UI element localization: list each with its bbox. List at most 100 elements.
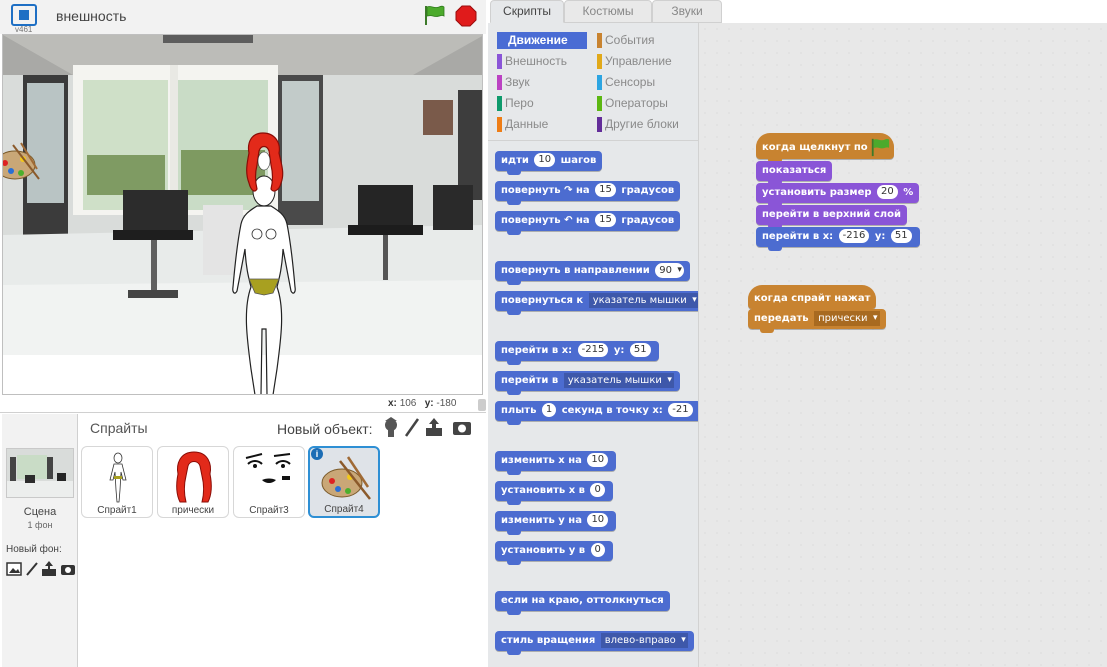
category-operators[interactable]: Операторы [597, 95, 668, 112]
show-block[interactable]: показаться [756, 161, 833, 185]
goto-xy-script-block[interactable]: перейти в x: -216 y: 51 [756, 227, 920, 251]
set-x-block[interactable]: установить х в 0 [495, 481, 613, 505]
sprites-heading: Спрайты [90, 420, 148, 436]
tab-scripts[interactable]: Скрипты [490, 0, 564, 23]
when-sprite-clicked-block[interactable]: когда спрайт нажат [748, 285, 877, 313]
broadcast-dropdown[interactable]: прически [814, 310, 880, 326]
steps-input[interactable]: 10 [534, 153, 556, 167]
block-text: если на краю, оттолкнуться [501, 595, 664, 606]
stage-size-toggle[interactable] [478, 399, 486, 411]
category-motion[interactable]: Движение [497, 32, 587, 49]
paint-backdrop-icon[interactable] [26, 562, 38, 576]
new-backdrop-tools [6, 561, 75, 576]
stage[interactable] [2, 34, 483, 395]
goto-dropdown[interactable]: указатель мышки [563, 372, 674, 388]
point-direction-block[interactable]: повернуть в направлении 90 [495, 261, 690, 285]
body-sprite[interactable] [229, 169, 299, 395]
change-y-input[interactable]: 10 [587, 513, 609, 527]
sprite4-thumbnail [321, 456, 371, 500]
sprite3-thumbnail [245, 453, 291, 483]
block-text: плыть [501, 405, 537, 416]
camera-backdrop-icon[interactable] [61, 565, 75, 575]
category-looks[interactable]: Внешность [497, 53, 567, 70]
editor-tabs: Скрипты Костюмы Звуки [488, 0, 1107, 23]
x-input[interactable]: -21 [668, 403, 693, 417]
green-flag-icon[interactable] [423, 5, 445, 25]
y-label: y: [424, 398, 434, 409]
new-sprite-label: Новый объект: [277, 421, 373, 437]
bounce-block[interactable]: если на краю, оттолкнуться [495, 591, 670, 615]
category-events[interactable]: События [597, 32, 655, 49]
turn-right-icon: ↷ [564, 185, 573, 196]
block-text: шагов [560, 155, 597, 166]
block-text: % [903, 187, 914, 198]
y-input[interactable]: 51 [629, 343, 651, 357]
sprite-card-hair[interactable]: прически [157, 446, 229, 518]
set-x-input[interactable]: 0 [590, 483, 605, 497]
backdrop-count: 1 фон [27, 520, 53, 530]
category-data[interactable]: Данные [497, 116, 548, 133]
fullscreen-icon[interactable] [11, 4, 37, 26]
degrees-input[interactable]: 15 [595, 183, 616, 197]
sprite-card-label: Спрайт4 [324, 504, 364, 515]
goto-xy-block[interactable]: перейти в x: -215 y: 51 [495, 341, 659, 365]
stage-label: Сцена [23, 506, 57, 518]
go-to-front-block[interactable]: перейти в верхний слой [756, 205, 907, 229]
choose-backdrop-icon[interactable] [6, 562, 22, 576]
degrees-input[interactable]: 15 [595, 213, 616, 227]
stage-column: Сцена 1 фон Новый фон: [2, 414, 78, 667]
category-sound[interactable]: Звук [497, 74, 530, 91]
project-title[interactable]: внешность [56, 8, 126, 24]
change-y-block[interactable]: изменить у на 10 [495, 511, 617, 535]
sprite-card-sprite1[interactable]: Спрайт1 [81, 446, 153, 518]
category-control[interactable]: Управление [597, 53, 672, 70]
move-steps-block[interactable]: идти 10 шагов [495, 151, 603, 175]
point-towards-block[interactable]: повернуться к указатель мышки [495, 291, 698, 315]
y-input[interactable]: 51 [890, 229, 912, 243]
category-sensing[interactable]: Сенсоры [597, 74, 655, 91]
glide-block[interactable]: плыть 1 секунд в точку x: -21 [495, 401, 698, 425]
set-size-block[interactable]: установить размер 20 % [756, 183, 920, 207]
scripts-area[interactable]: когда щелкнут по показаться установить р… [698, 23, 1107, 667]
new-sprite-tools [385, 417, 471, 437]
block-text: повернуться к [501, 295, 584, 306]
stop-icon[interactable] [455, 5, 477, 27]
upload-backdrop-icon[interactable] [42, 561, 56, 576]
change-x-block[interactable]: изменить х на 10 [495, 451, 617, 475]
when-flag-clicked-block[interactable]: когда щелкнут по [756, 133, 894, 163]
sprite-info-icon[interactable]: i [311, 448, 323, 460]
size-input[interactable]: 20 [877, 185, 898, 199]
block-text: установить размер [762, 187, 872, 198]
upload-sprite-icon[interactable] [426, 418, 442, 436]
category-pen[interactable]: Перо [497, 95, 534, 112]
block-text: y: [874, 231, 886, 242]
goto-block[interactable]: перейти в указатель мышки [495, 371, 680, 395]
category-more-blocks[interactable]: Другие блоки [597, 116, 679, 133]
block-text: секунд в точку x: [561, 405, 663, 416]
turn-left-block[interactable]: повернуть ↶ на 15 градусов [495, 211, 681, 235]
block-text: градусов [621, 185, 675, 196]
tab-sounds[interactable]: Звуки [652, 0, 722, 23]
change-x-input[interactable]: 10 [587, 453, 609, 467]
rotation-style-dropdown[interactable]: влево-вправо [600, 632, 688, 648]
set-y-input[interactable]: 0 [590, 543, 605, 557]
towards-dropdown[interactable]: указатель мышки [588, 292, 698, 308]
turn-right-block[interactable]: повернуть ↷ на 15 градусов [495, 181, 681, 205]
palette-sprite[interactable] [2, 139, 41, 185]
broadcast-block[interactable]: передать прически [748, 309, 886, 333]
set-y-block[interactable]: установить у в 0 [495, 541, 613, 565]
stage-thumbnail[interactable] [6, 448, 74, 498]
paint-sprite-icon[interactable] [404, 418, 420, 437]
x-input[interactable]: -215 [577, 343, 609, 357]
hair-sprite[interactable] [243, 131, 285, 195]
choose-sprite-icon[interactable] [385, 417, 397, 437]
seconds-input[interactable]: 1 [541, 403, 557, 417]
rotation-style-block[interactable]: стиль вращения влево-вправо [495, 631, 694, 655]
x-input[interactable]: -216 [838, 229, 870, 243]
camera-sprite-icon[interactable] [453, 422, 471, 435]
sprite-card-label: прически [171, 505, 215, 516]
sprite-card-sprite3[interactable]: Спрайт3 [233, 446, 305, 518]
direction-dropdown[interactable]: 90 [655, 262, 684, 278]
tab-costumes[interactable]: Костюмы [564, 0, 652, 23]
block-palette: идти 10 шагов повернуть ↷ на 15 градусов… [488, 140, 698, 667]
